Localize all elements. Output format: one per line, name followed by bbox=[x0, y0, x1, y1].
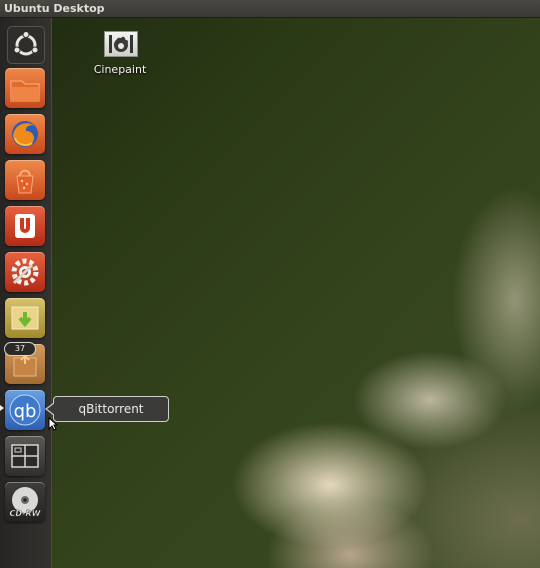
qbittorrent-icon[interactable]: qb bbox=[5, 390, 45, 430]
cd-rw-label: CD-RW bbox=[10, 509, 42, 518]
firefox-icon[interactable] bbox=[5, 114, 45, 154]
package-count-badge: 37 bbox=[4, 342, 36, 356]
window-title: Ubuntu Desktop bbox=[4, 2, 105, 15]
launcher-panel: qb CD-RW bbox=[0, 18, 52, 568]
desktop-icon-label: Cinepaint bbox=[93, 63, 147, 76]
ubuntu-logo-icon[interactable] bbox=[7, 26, 45, 64]
desktop-wallpaper bbox=[0, 0, 540, 568]
mouse-cursor-icon bbox=[48, 417, 58, 431]
software-center-icon[interactable] bbox=[5, 160, 45, 200]
system-settings-icon[interactable] bbox=[5, 252, 45, 292]
cinepaint-icon bbox=[104, 31, 138, 57]
update-manager-icon[interactable] bbox=[5, 298, 45, 338]
workspace-switcher-icon[interactable] bbox=[5, 436, 45, 476]
launcher-tooltip: qBittorrent bbox=[45, 396, 169, 422]
cd-rw-icon[interactable]: CD-RW bbox=[5, 482, 45, 522]
top-panel: Ubuntu Desktop bbox=[0, 0, 540, 18]
ubuntu-one-icon[interactable] bbox=[5, 206, 45, 246]
qbittorrent-label: qb bbox=[14, 401, 37, 422]
home-folder-icon[interactable] bbox=[5, 68, 45, 108]
active-app-indicator bbox=[0, 405, 4, 411]
desktop-icon-cinepaint[interactable]: Cinepaint bbox=[94, 31, 149, 79]
